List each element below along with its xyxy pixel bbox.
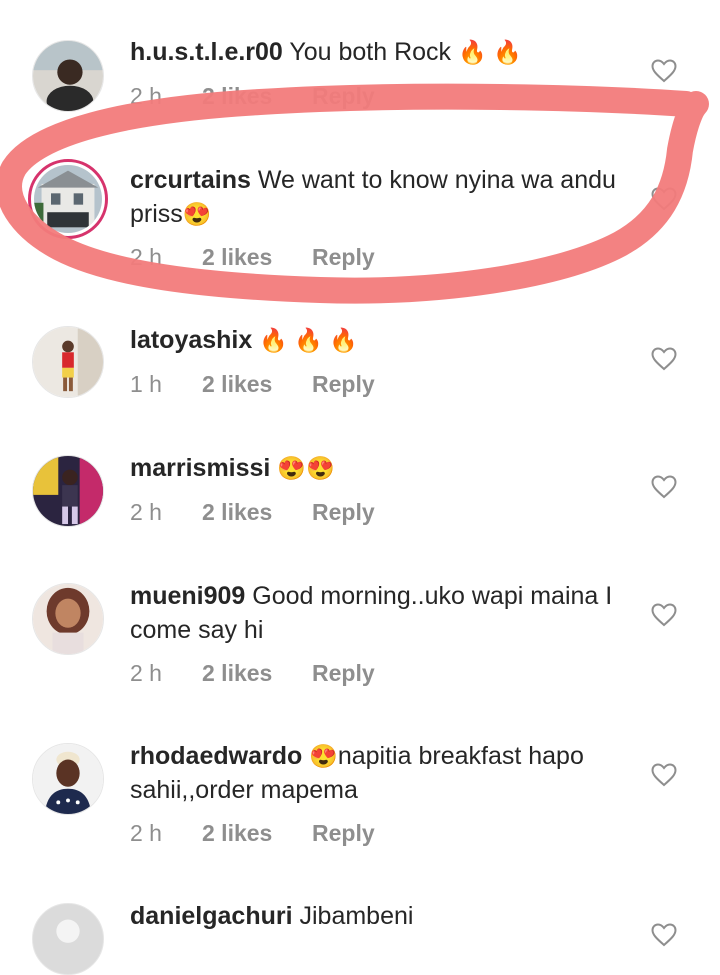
comment-time: 1 h (130, 371, 162, 397)
comment-text: mueni909 Good morning..uko wapi maina I … (130, 579, 630, 647)
avatar[interactable] (28, 159, 108, 239)
comment-meta: 1 h 2 likes Reply (130, 371, 375, 398)
comment-likes[interactable]: 2 likes (202, 660, 312, 687)
avatar[interactable] (32, 743, 104, 815)
comment-likes[interactable]: 2 likes (202, 244, 312, 271)
comment-likes[interactable]: 2 likes (202, 820, 312, 847)
reply-button[interactable]: Reply (312, 499, 375, 526)
comment-username[interactable]: danielgachuri (130, 902, 293, 930)
comment-meta: 2 h 2 likes Reply (130, 660, 375, 687)
avatar[interactable] (32, 903, 104, 975)
comment-meta: 2 h 2 likes Reply (130, 83, 375, 110)
comment-meta: 2 h 2 likes Reply (130, 244, 375, 271)
reply-button[interactable]: Reply (312, 660, 375, 687)
comment-time: 2 h (130, 820, 162, 846)
like-heart-icon[interactable] (651, 475, 677, 499)
like-heart-icon[interactable] (651, 187, 677, 211)
comment-time: 2 h (130, 244, 162, 270)
comment-likes[interactable]: 2 likes (202, 371, 312, 398)
like-heart-icon[interactable] (651, 923, 677, 947)
comment-time: 2 h (130, 499, 162, 525)
like-heart-icon[interactable] (651, 59, 677, 83)
comment-likes[interactable]: 2 likes (202, 83, 312, 110)
fire-emoji: 🔥 🔥 🔥 (259, 327, 358, 353)
comment-text: danielgachuri Jibambeni (130, 899, 630, 933)
reply-button[interactable]: Reply (312, 244, 375, 271)
comment-likes[interactable]: 2 likes (202, 499, 312, 526)
comment-text: marrismissi 😍😍 (130, 451, 630, 485)
comment-text: crcurtains We want to know nyina wa andu… (130, 163, 630, 231)
comment-username[interactable]: crcurtains (130, 166, 251, 194)
comment-username[interactable]: rhodaedwardo (130, 742, 302, 770)
comment-body: Jibambeni (299, 902, 414, 930)
comment-meta: 2 h 2 likes Reply (130, 499, 375, 526)
like-heart-icon[interactable] (651, 603, 677, 627)
comment-username[interactable]: h.u.s.t.l.e.r00 (130, 38, 283, 66)
heart-eyes-emoji: 😍😍 (277, 455, 335, 481)
heart-eyes-emoji: 😍 (309, 743, 338, 769)
comment-username[interactable]: mueni909 (130, 582, 245, 610)
avatar[interactable] (32, 455, 104, 527)
comment-username[interactable]: latoyashix (130, 326, 252, 354)
comment-text: h.u.s.t.l.e.r00 You both Rock 🔥 🔥 (130, 35, 630, 69)
comment-text: latoyashix 🔥 🔥 🔥 (130, 323, 630, 357)
comment-body: You both Rock (289, 38, 452, 66)
like-heart-icon[interactable] (651, 763, 677, 787)
comment-time: 2 h (130, 660, 162, 686)
like-heart-icon[interactable] (651, 347, 677, 371)
heart-eyes-emoji: 😍 (182, 201, 212, 227)
comment-meta: 2 h 2 likes Reply (130, 820, 375, 847)
comment-username[interactable]: marrismissi (130, 454, 270, 482)
avatar[interactable] (32, 40, 104, 112)
comment-text: rhodaedwardo 😍napitia breakfast hapo sah… (130, 739, 630, 807)
fire-emoji: 🔥 🔥 (458, 39, 522, 65)
reply-button[interactable]: Reply (312, 371, 375, 398)
avatar[interactable] (32, 326, 104, 398)
reply-button[interactable]: Reply (312, 820, 375, 847)
comment-time: 2 h (130, 83, 162, 109)
reply-button[interactable]: Reply (312, 83, 375, 110)
avatar[interactable] (32, 583, 104, 655)
